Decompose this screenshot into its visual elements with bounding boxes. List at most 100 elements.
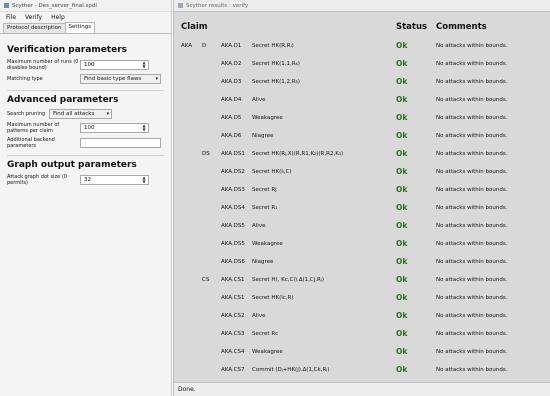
row-claim-id: AKA.D2	[221, 61, 242, 67]
matching-type-label: Matching type	[7, 76, 43, 82]
result-row[interactable]: AKA.CS2 Alive Ok No attacks within bounds.	[174, 307, 550, 325]
row-claim-text: Secret HK(R,Rᵢ)	[252, 43, 294, 49]
result-row[interactable]: AKA.CS7 Commit (Dⱼ+HK(j).∆(1,Ck,Rⱼ) Ok No a…	[174, 361, 550, 379]
row-claim-text: Secret Rc	[252, 331, 279, 337]
row-status: Ok	[396, 275, 408, 284]
verification-parameters-title: Verification parameters	[7, 45, 128, 55]
result-row[interactable]: DS AKA.DS1 Secret HK(Rⱼ,X)(R,R1,K₂)(R,R2,K…	[174, 145, 550, 163]
row-claim-id: AKA.DS5	[221, 241, 245, 247]
row-claim-id: AKA.DS5	[221, 223, 245, 229]
result-row[interactable]: AKA.DS5 Alive Ok No attacks within bounds.	[174, 217, 550, 235]
row-claim-text: Secret HK(Ic,R)	[252, 295, 294, 301]
max-runs-label: Maximum number of runs (0 disables bound…	[7, 59, 79, 71]
row-claim-id: AKA.D1	[221, 43, 242, 49]
result-row[interactable]: AKA.DS6 Niagree Ok No attacks within bounds…	[174, 253, 550, 271]
row-claim-text: Alive	[252, 97, 266, 103]
row-role: D	[202, 43, 207, 49]
dot-size-spinbox[interactable]: 32 ▲ ▼	[80, 175, 149, 185]
app-icon	[4, 3, 9, 8]
row-status: Ok	[396, 311, 408, 320]
max-patterns-spinbox[interactable]: 100 ▲ ▼	[80, 123, 149, 133]
tab-settings[interactable]: Settings	[64, 22, 96, 33]
result-row[interactable]: AKA D AKA.D1 Secret HK(R,Rᵢ) Ok No attacks wi…	[174, 37, 550, 55]
result-row[interactable]: AKA.D5 Weakagree Ok No attacks within bound…	[174, 109, 550, 127]
matching-type-select[interactable]: Find basic type flaws ▾	[80, 74, 161, 84]
result-row[interactable]: AKA.DS2 Secret HK(Iⱼ,C) Ok No attacks withi…	[174, 163, 550, 181]
row-comment: No attacks within bounds.	[436, 277, 508, 283]
row-status: Ok	[396, 221, 408, 230]
row-comment: No attacks within bounds.	[436, 151, 508, 157]
row-status: Ok	[396, 257, 408, 266]
row-comment: No attacks within bounds.	[436, 223, 508, 229]
row-comment: No attacks within bounds.	[436, 331, 508, 337]
main-window-title: Scyther - Des_server_final.spdl	[12, 3, 97, 9]
results-header: Claim Status Comments	[174, 22, 550, 36]
row-claim-text: Weakagree	[252, 241, 283, 247]
status-header: Status	[396, 22, 428, 32]
row-comment: No attacks within bounds.	[436, 295, 508, 301]
row-claim-text: Secret Rj	[252, 187, 277, 193]
result-row[interactable]: AKA.CS4 Weakagree Ok No attacks within boun…	[174, 343, 550, 361]
results-table: AKA D AKA.D1 Secret HK(R,Rᵢ) Ok No attacks wi…	[174, 37, 550, 377]
row-claim-id: AKA.DS1	[221, 151, 245, 157]
menu-file[interactable]: File	[3, 12, 19, 23]
chevron-down-icon: ▾	[106, 111, 109, 117]
spin-arrows-icon[interactable]: ▲ ▼	[141, 176, 147, 184]
app-icon	[178, 3, 183, 8]
results-window-titlebar: Scyther results : verify	[174, 0, 550, 12]
result-row[interactable]: CS AKA.CS1 Secret H(, Kc,CI).∆(1,Cj,Rⱼ) Ok N…	[174, 271, 550, 289]
row-comment: No attacks within bounds.	[436, 43, 508, 49]
row-claim-text: Niagree	[252, 259, 274, 265]
max-runs-spinbox[interactable]: 100 ▲ ▼	[80, 60, 149, 70]
row-role: CS	[202, 277, 210, 283]
backend-params-input[interactable]	[80, 138, 161, 148]
row-comment: No attacks within bounds.	[436, 133, 508, 139]
result-row[interactable]: AKA.DS3 Secret Rj Ok No attacks within boun…	[174, 181, 550, 199]
result-row[interactable]: AKA.D2 Secret HK(1,1,R₄) Ok No attacks with…	[174, 55, 550, 73]
row-claim-id: AKA.DS3	[221, 187, 245, 193]
row-status: Ok	[396, 149, 408, 158]
row-claim-id: AKA.D3	[221, 79, 242, 85]
row-status: Ok	[396, 365, 408, 374]
divider	[7, 155, 164, 156]
main-window: Scyther - Des_server_final.spdl File Ver…	[0, 0, 172, 396]
result-row[interactable]: AKA.D3 Secret HK(1,2,R₃) Ok No attacks with…	[174, 73, 550, 91]
row-comment: No attacks within bounds.	[436, 187, 508, 193]
row-claim-id: AKA.D6	[221, 133, 242, 139]
row-claim-text: Secret R₁	[252, 205, 278, 211]
menu-verify[interactable]: Verify	[22, 12, 45, 23]
advanced-parameters-title: Advanced parameters	[7, 95, 119, 105]
row-status: Ok	[396, 131, 408, 140]
row-comment: No attacks within bounds.	[436, 61, 508, 67]
results-window-title: Scyther results : verify	[186, 3, 249, 9]
max-runs-value: 100	[84, 62, 95, 68]
spin-arrows-icon[interactable]: ▲ ▼	[141, 61, 147, 69]
row-claim-text: Alive	[252, 223, 266, 229]
settings-panel: Verification parameters Maximum number o…	[0, 35, 171, 396]
tab-protocol-description[interactable]: Protocol description	[3, 23, 66, 33]
row-claim-id: AKA.DS2	[221, 169, 245, 175]
matching-type-value: Find basic type flaws	[84, 76, 142, 82]
row-claim-id: AKA.CS2	[221, 313, 245, 319]
row-comment: No attacks within bounds.	[436, 349, 508, 355]
dot-size-value: 32	[84, 177, 91, 183]
row-claim-text: Secret HK(1,2,R₃)	[252, 79, 300, 85]
search-pruning-select[interactable]: Find all attacks ▾	[49, 109, 112, 119]
result-row[interactable]: AKA.D4 Alive Ok No attacks within bounds.	[174, 91, 550, 109]
row-status: Ok	[396, 293, 408, 302]
row-claim-id: AKA.D4	[221, 97, 242, 103]
row-claim-text: Secret HK(Iⱼ,C)	[252, 169, 292, 175]
main-window-titlebar: Scyther - Des_server_final.spdl	[0, 0, 171, 12]
row-comment: No attacks within bounds.	[436, 259, 508, 265]
divider	[7, 90, 164, 91]
row-claim-id: AKA.DS6	[221, 259, 245, 265]
spin-arrows-icon[interactable]: ▲ ▼	[141, 124, 147, 132]
result-row[interactable]: AKA.CS3 Secret Rc Ok No attacks within boun…	[174, 325, 550, 343]
result-row[interactable]: AKA.DS5 Weakagree Ok No attacks within boun…	[174, 235, 550, 253]
row-claim-text: Secret HK(1,1,R₄)	[252, 61, 300, 67]
result-row[interactable]: AKA.CS1 Secret HK(Ic,R) Ok No attacks withi…	[174, 289, 550, 307]
max-patterns-value: 100	[84, 125, 95, 131]
row-comment: No attacks within bounds.	[436, 169, 508, 175]
result-row[interactable]: AKA.DS4 Secret R₁ Ok No attacks within boun…	[174, 199, 550, 217]
result-row[interactable]: AKA.D6 Niagree Ok No attacks within bounds.	[174, 127, 550, 145]
